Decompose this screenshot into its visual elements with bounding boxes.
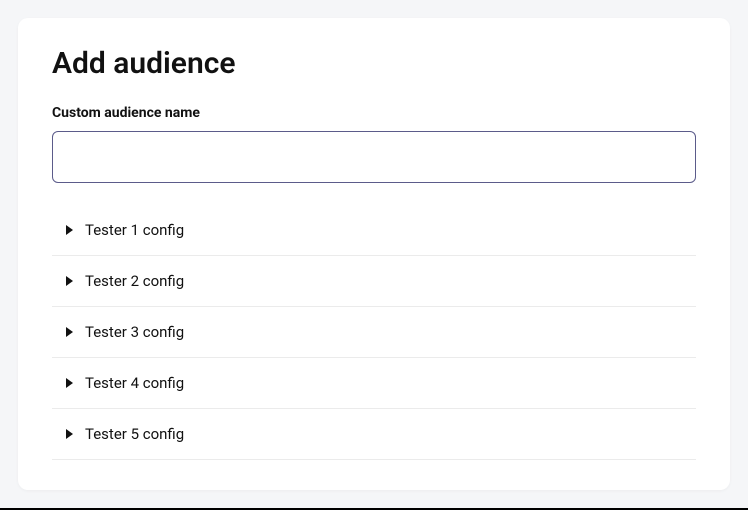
accordion-label: Tester 2 config: [85, 272, 184, 290]
tester-4-config-toggle[interactable]: Tester 4 config: [52, 358, 696, 408]
chevron-right-icon: [66, 378, 73, 388]
chevron-right-icon: [66, 327, 73, 337]
custom-audience-name-input[interactable]: [52, 131, 696, 183]
tester-2-config-toggle[interactable]: Tester 2 config: [52, 256, 696, 306]
accordion-label: Tester 3 config: [85, 323, 184, 341]
accordion-label: Tester 5 config: [85, 425, 184, 443]
tester-1-config-toggle[interactable]: Tester 1 config: [52, 205, 696, 255]
custom-audience-name-label: Custom audience name: [52, 105, 696, 121]
chevron-right-icon: [66, 429, 73, 439]
accordion-label: Tester 1 config: [85, 221, 184, 239]
tester-5-config-toggle[interactable]: Tester 5 config: [52, 409, 696, 459]
tester-3-config-toggle[interactable]: Tester 3 config: [52, 307, 696, 357]
accordion-item: Tester 4 config: [52, 358, 696, 409]
accordion-item: Tester 2 config: [52, 256, 696, 307]
accordion-label: Tester 4 config: [85, 374, 184, 392]
accordion-item: Tester 5 config: [52, 409, 696, 460]
tester-accordion: Tester 1 config Tester 2 config Tester 3…: [52, 205, 696, 460]
audience-card: Add audience Custom audience name Tester…: [18, 18, 730, 490]
page-title: Add audience: [52, 46, 696, 81]
chevron-right-icon: [66, 225, 73, 235]
accordion-item: Tester 3 config: [52, 307, 696, 358]
chevron-right-icon: [66, 276, 73, 286]
accordion-item: Tester 1 config: [52, 205, 696, 256]
